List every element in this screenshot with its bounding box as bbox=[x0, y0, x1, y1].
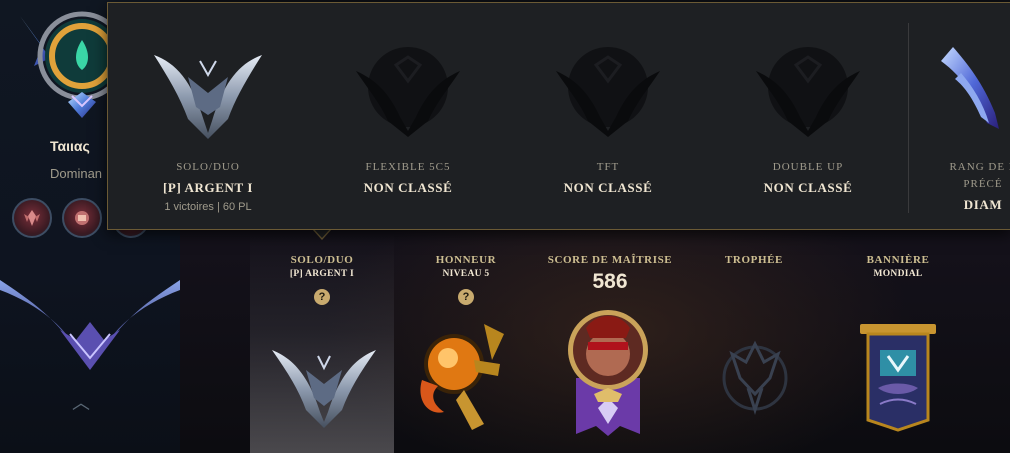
queue-double-up-name: DOUBLE UP bbox=[772, 161, 844, 173]
unranked-emblem-icon bbox=[556, 47, 660, 137]
stat-solo-duo[interactable]: SOLO/DUO [P] ARGENT I ? bbox=[262, 254, 382, 305]
tooltip-divider bbox=[908, 23, 909, 213]
stat-banner-label: BANNIÈRE bbox=[866, 254, 930, 266]
stat-honor-level: NIVEAU 5 bbox=[442, 269, 490, 279]
stat-mastery[interactable]: SCORE DE MAÎTRISE 586 bbox=[540, 254, 680, 294]
queue-double-up-rank: NON CLASSÉ bbox=[763, 180, 853, 195]
collapse-chevron-icon[interactable]: ︿ bbox=[70, 392, 92, 414]
honor-help-icon[interactable]: ? bbox=[458, 289, 474, 305]
diamond-emblem-icon bbox=[941, 47, 999, 129]
stat-solo-duo-rank: [P] ARGENT I bbox=[289, 269, 355, 279]
queue-flex-name: FLEXIBLE 5C5 bbox=[365, 161, 451, 173]
previous-rank-title-line1: RANG DE L bbox=[949, 161, 1010, 173]
queue-solo-duo: SOLO/DUO [P] ARGENT I 1 victoires | 60 P… bbox=[108, 3, 308, 229]
stat-solo-duo-label: SOLO/DUO bbox=[290, 254, 354, 266]
honor-emblem-icon bbox=[420, 324, 504, 430]
stat-banner-name: MONDIAL bbox=[873, 269, 923, 279]
previous-rank-title-line2: PRÉCÉ bbox=[963, 178, 1003, 190]
queue-tft-rank: NON CLASSÉ bbox=[563, 180, 653, 195]
previous-season-rank: RANG DE L PRÉCÉ DIAM bbox=[923, 3, 1010, 229]
summoner-name: Ταιιας bbox=[50, 138, 90, 154]
previous-rank-value: DIAM bbox=[963, 197, 1003, 212]
silver-emblem-icon bbox=[154, 55, 262, 139]
stat-trophy[interactable]: TROPHÉE bbox=[696, 254, 812, 266]
queue-flex: FLEXIBLE 5C5 NON CLASSÉ bbox=[308, 3, 508, 229]
stat-trophy-label: TROPHÉE bbox=[725, 254, 783, 266]
mastery-token-icon[interactable] bbox=[62, 198, 102, 238]
worlds-banner-icon bbox=[860, 324, 936, 432]
unranked-emblem-icon bbox=[756, 47, 860, 137]
queue-solo-duo-name: SOLO/DUO bbox=[176, 161, 240, 173]
unranked-emblem-icon bbox=[356, 47, 460, 137]
stat-honor[interactable]: HONNEUR NIVEAU 5 ? bbox=[406, 254, 526, 305]
trophy-empty-icon bbox=[722, 340, 788, 415]
stat-banner[interactable]: BANNIÈRE MONDIAL bbox=[840, 254, 956, 279]
queue-double-up: DOUBLE UP NON CLASSÉ bbox=[708, 3, 908, 229]
queue-tft-name: TFT bbox=[596, 161, 620, 173]
solo-duo-help-icon[interactable]: ? bbox=[314, 289, 330, 305]
ranked-tooltip: SOLO/DUO [P] ARGENT I 1 victoires | 60 P… bbox=[107, 2, 1010, 230]
queue-solo-duo-record: 1 victoires | 60 PL bbox=[164, 201, 252, 213]
mastery-champion-icon bbox=[568, 310, 648, 436]
honor-token-icon[interactable] bbox=[12, 198, 52, 238]
queue-solo-duo-rank: [P] ARGENT I bbox=[162, 180, 254, 195]
rank-wings-icon bbox=[0, 280, 180, 370]
stat-mastery-score: 586 bbox=[592, 270, 628, 293]
queue-tft: TFT NON CLASSÉ bbox=[508, 3, 708, 229]
stat-honor-label: HONNEUR bbox=[435, 254, 497, 266]
queue-flex-rank: NON CLASSÉ bbox=[363, 180, 453, 195]
stat-mastery-label: SCORE DE MAÎTRISE bbox=[547, 254, 673, 266]
summoner-subtitle: Dominan bbox=[50, 166, 103, 181]
silver-emblem-icon bbox=[272, 350, 376, 428]
